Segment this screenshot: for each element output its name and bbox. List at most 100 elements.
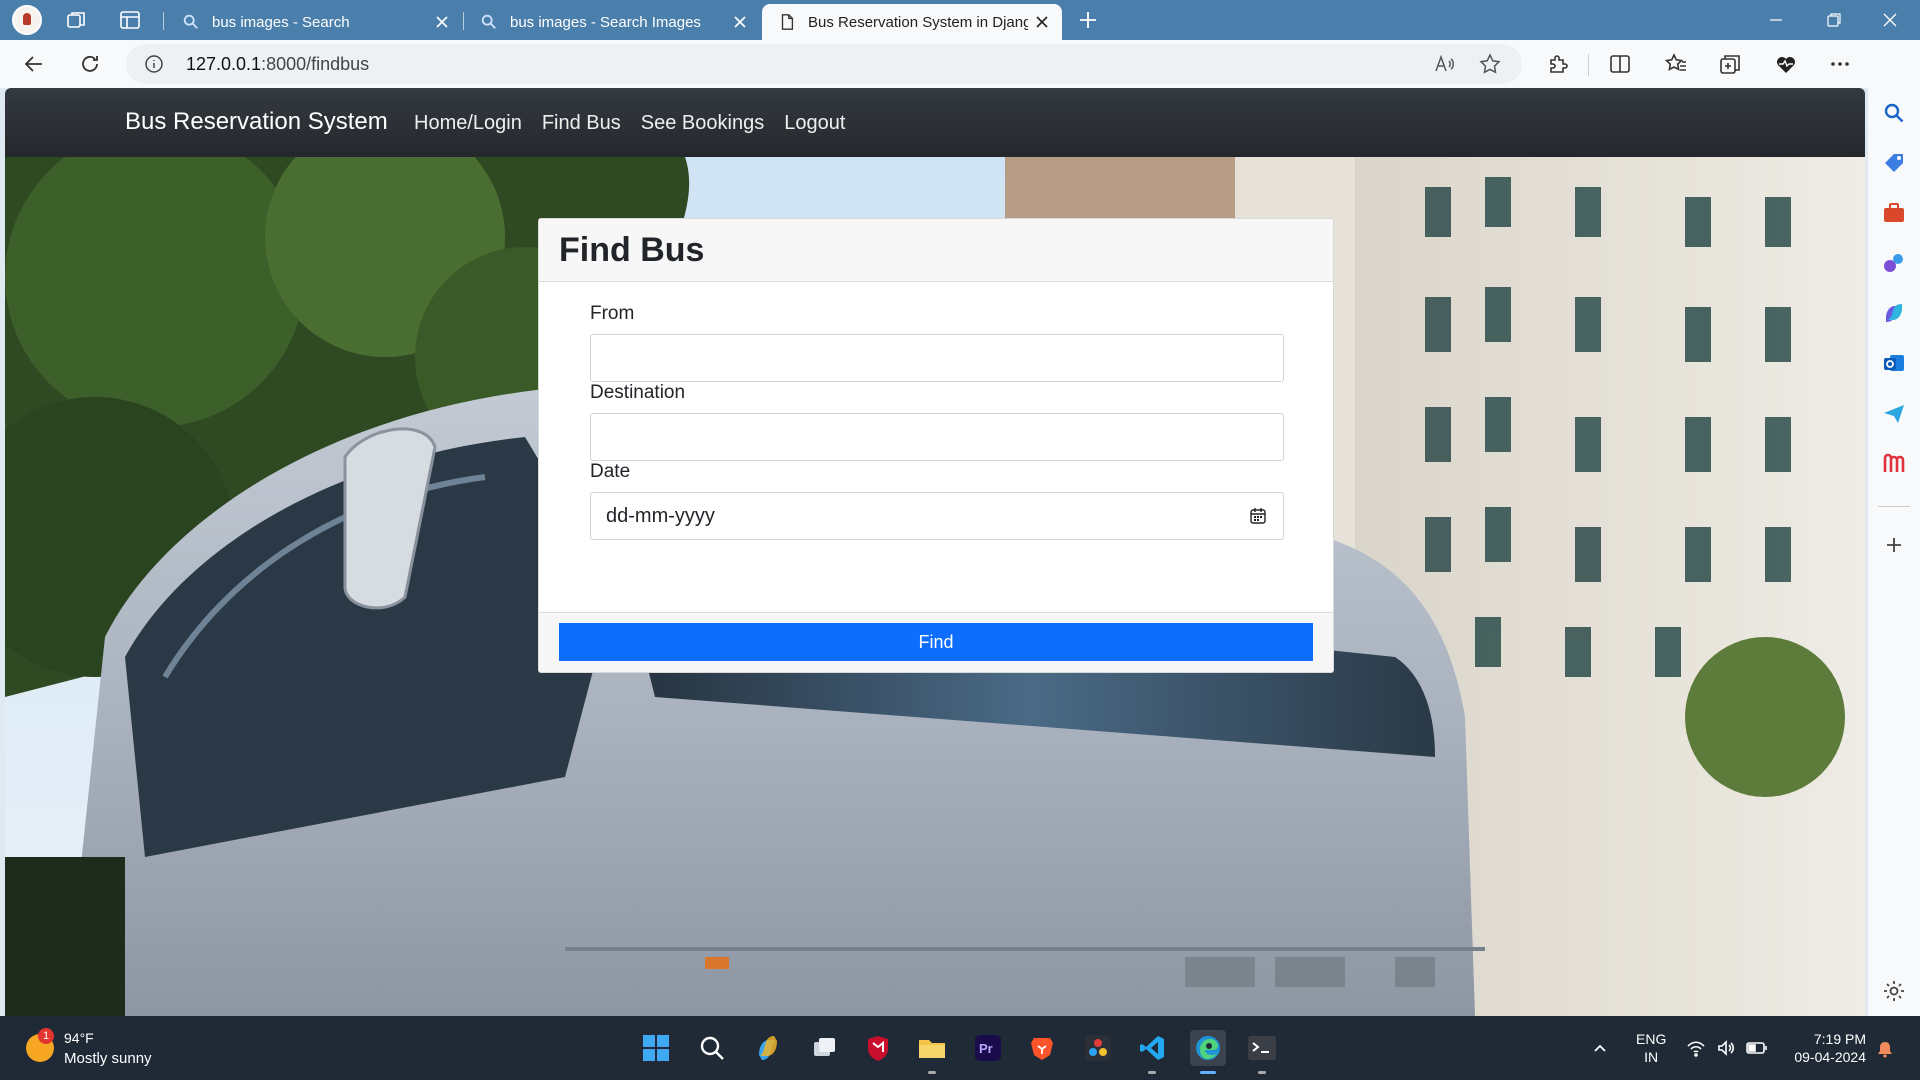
find-bus-form: From Destination Date dd-mm-yyyy [539, 282, 1333, 612]
favorites-list-icon [1664, 53, 1686, 71]
url-host: 127.0.0.1 [186, 54, 262, 74]
weather-condition: Mostly sunny [64, 1050, 152, 1067]
refresh-button[interactable] [76, 50, 104, 78]
outlook-icon[interactable] [1881, 350, 1907, 376]
date-label: Date [590, 461, 631, 482]
close-icon[interactable] [1028, 8, 1056, 36]
clock-date: 09-04-2024 [1794, 1049, 1866, 1065]
favorites-button[interactable] [1662, 50, 1690, 78]
edge-browser-button[interactable] [1190, 1030, 1226, 1074]
navbar-brand[interactable]: Bus Reservation System [125, 108, 388, 136]
tab-title: Bus Reservation System in Djang [808, 13, 1028, 31]
url-text[interactable]: 127.0.0.1:8000/findbus [186, 54, 369, 75]
nav-link-logout[interactable]: Logout [784, 112, 845, 135]
back-button[interactable] [20, 50, 48, 78]
gear-icon[interactable] [1881, 978, 1907, 1004]
mcafee-app-button[interactable] [860, 1030, 896, 1066]
vertical-tabs-icon[interactable] [118, 8, 142, 32]
clock[interactable]: 7:19 PM 09-04-2024 [1784, 1030, 1866, 1066]
davinci-resolve-button[interactable] [1080, 1030, 1116, 1066]
games-icon[interactable] [1881, 250, 1907, 276]
tab-title: bus images - Search [212, 13, 350, 31]
find-bus-card: Find Bus From Destination Date dd-mm-yyy… [538, 218, 1334, 673]
copilot-icon [759, 1036, 777, 1060]
minimize-button[interactable] [1748, 0, 1804, 40]
destination-input[interactable] [590, 413, 1284, 461]
site-navbar: Bus Reservation System Home/Login Find B… [5, 88, 1865, 157]
find-button[interactable]: Find [559, 623, 1313, 661]
date-input[interactable]: dd-mm-yyyy [590, 492, 1284, 540]
url-path: :8000/findbus [261, 54, 370, 74]
taskbar-search-button[interactable] [694, 1030, 730, 1066]
nav-link-see-bookings[interactable]: See Bookings [641, 112, 764, 135]
terminal-button[interactable] [1244, 1030, 1280, 1074]
volume-icon[interactable] [1716, 1038, 1736, 1058]
favorite-star-icon[interactable] [1478, 52, 1502, 76]
file-explorer-button[interactable] [914, 1030, 950, 1074]
notification-badge: 1 [38, 1028, 54, 1044]
search-icon [481, 14, 496, 29]
close-icon[interactable] [726, 8, 754, 36]
close-window-button[interactable] [1862, 0, 1918, 40]
copilot-sidebar-icon[interactable] [1881, 300, 1907, 326]
brave-browser-button[interactable] [1024, 1030, 1060, 1066]
premiere-pro-button[interactable]: Pr [970, 1030, 1006, 1066]
shopping-tag-icon[interactable] [1881, 150, 1907, 176]
svg-text:Pr: Pr [979, 1041, 993, 1056]
premiere-pro-icon: Pr [975, 1035, 1001, 1061]
notification-bell-icon[interactable] [1876, 1040, 1894, 1058]
terminal-icon [1248, 1036, 1276, 1060]
nav-link-find-bus[interactable]: Find Bus [542, 112, 621, 135]
add-icon[interactable] [1881, 532, 1907, 558]
start-button[interactable] [638, 1030, 674, 1066]
puzzle-icon [1550, 55, 1568, 73]
site-info-icon[interactable] [144, 54, 164, 74]
windows-logo-icon [643, 1035, 669, 1061]
refresh-icon [82, 56, 98, 72]
nav-link-home-login[interactable]: Home/Login [414, 112, 522, 135]
m365-icon[interactable] [1881, 450, 1907, 476]
folder-icon [919, 1040, 945, 1058]
split-screen-icon [1610, 55, 1630, 73]
vscode-button[interactable] [1134, 1030, 1170, 1074]
battery-icon[interactable] [1746, 1038, 1768, 1058]
chevron-up-icon[interactable] [1592, 1040, 1608, 1056]
back-arrow-icon [24, 56, 42, 72]
split-screen-button[interactable] [1606, 50, 1634, 78]
page-viewport: Bus Reservation System Home/Login Find B… [5, 88, 1865, 1016]
task-view-button[interactable] [806, 1030, 842, 1066]
settings-more-button[interactable] [1826, 50, 1854, 78]
tab-bus-images-search[interactable]: bus images - Search [166, 4, 462, 40]
from-label: From [590, 303, 635, 324]
address-bar[interactable]: 127.0.0.1:8000/findbus [126, 44, 1522, 84]
clock-time: 7:19 PM [1813, 1031, 1866, 1047]
read-aloud-icon[interactable] [1432, 52, 1456, 76]
tab-bus-images-search-images[interactable]: bus images - Search Images [464, 4, 760, 40]
davinci-icon [1085, 1035, 1111, 1061]
calendar-icon[interactable] [1248, 506, 1268, 526]
tools-briefcase-icon[interactable] [1881, 200, 1907, 226]
browser-essentials-button[interactable] [1772, 50, 1800, 78]
brave-lion-icon [1031, 1038, 1053, 1060]
date-placeholder: dd-mm-yyyy [606, 504, 715, 527]
nav-links: Home/Login Find Bus See Bookings Logout [414, 112, 845, 135]
card-footer: Find [539, 612, 1333, 672]
weather-widget[interactable]: 1 94°F Mostly sunny [24, 1028, 204, 1072]
from-input[interactable] [590, 334, 1284, 382]
search-icon[interactable] [1881, 100, 1907, 126]
vscode-icon [1140, 1036, 1164, 1060]
heart-pulse-icon [1777, 57, 1795, 73]
language-indicator[interactable]: ENG IN [1636, 1030, 1666, 1066]
collections-button[interactable] [1716, 50, 1744, 78]
profile-avatar[interactable] [12, 5, 42, 35]
copilot-app-button[interactable] [750, 1030, 786, 1066]
new-tab-icon[interactable] [1076, 8, 1100, 32]
extensions-button[interactable] [1544, 50, 1572, 78]
wifi-icon[interactable] [1686, 1038, 1706, 1058]
edge-sidebar [1868, 40, 1920, 1016]
close-icon[interactable] [428, 8, 456, 36]
send-icon[interactable] [1881, 400, 1907, 426]
workspaces-icon[interactable] [64, 8, 88, 32]
restore-button[interactable] [1806, 0, 1862, 40]
tab-bus-reservation-system[interactable]: Bus Reservation System in Djang [762, 4, 1062, 40]
